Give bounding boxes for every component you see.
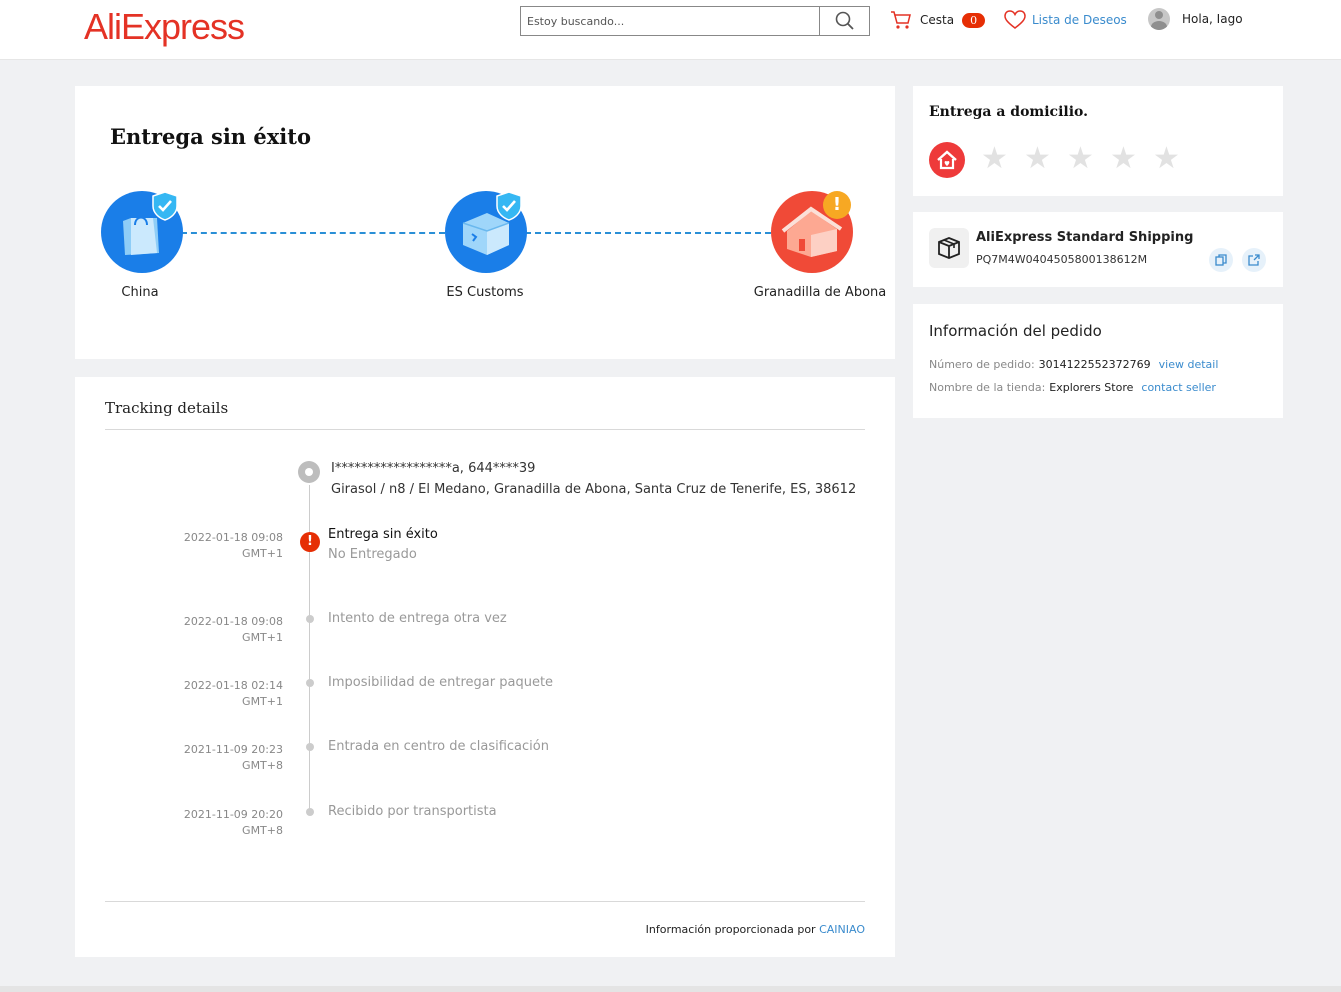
timeline-dot	[306, 808, 314, 816]
store-row: Nombre de la tienda: Explorers Store conta…	[929, 381, 1216, 394]
home-delivery-icon	[929, 142, 965, 178]
recipient-line: I******************a, 644****39	[331, 461, 536, 476]
route-node-destination: !	[771, 191, 853, 273]
store-name: Explorers Store	[1049, 381, 1134, 394]
event-status: Imposibilidad de entregar paquete	[328, 675, 554, 690]
cart-count-badge: 0	[962, 12, 986, 28]
view-detail-link[interactable]: view detail	[1159, 358, 1219, 371]
route-line	[525, 232, 771, 234]
route-node-customs	[445, 191, 527, 273]
event-status: Recibido por transportista	[328, 804, 497, 819]
external-link-icon	[1248, 254, 1260, 266]
shield-check-icon	[152, 191, 178, 221]
shipping-card: AliExpress Standard Shipping PQ7M4W04045…	[913, 212, 1283, 287]
timeline-dot	[306, 743, 314, 751]
delivery-title: Entrega a domicilio.	[929, 104, 1088, 120]
event-time: 2022-01-18 09:08 GMT+1	[183, 615, 283, 644]
avatar	[1148, 8, 1170, 30]
provider-credit: Información proporcionada por CAINIAO	[645, 923, 865, 936]
rating-star-5[interactable]: ★	[1153, 144, 1180, 174]
event-substatus: No Entregado	[328, 547, 417, 562]
contact-seller-link[interactable]: contact seller	[1141, 381, 1216, 394]
cart-label: Cesta	[920, 13, 955, 27]
search-button[interactable]	[819, 7, 869, 35]
divider	[105, 901, 865, 902]
route-node-label: Granadilla de Abona	[753, 285, 887, 300]
event-time: 2021-11-09 20:20 GMT+8	[183, 808, 283, 837]
order-number-row: Número de pedido: 3014122552372769 view de…	[929, 358, 1219, 371]
aliexpress-logo[interactable]: AliExpress	[84, 6, 245, 48]
top-header: AliExpress Cesta 0 Lista de Deseos Hola,…	[0, 0, 1341, 60]
order-info-card: Información del pedido Número de pedido:…	[913, 304, 1283, 418]
rating-star-2[interactable]: ★	[1024, 144, 1051, 174]
event-time: 2022-01-18 09:08 GMT+1	[183, 531, 283, 560]
route-node-origin	[101, 191, 183, 273]
provider-link[interactable]: CAINIAO	[819, 923, 865, 936]
user-menu[interactable]: Hola, Iago	[1148, 8, 1243, 30]
address-line: Girasol / n8 / El Medano, Granadilla de …	[331, 482, 857, 497]
event-time: 2022-01-18 02:14 GMT+1	[183, 679, 283, 708]
timeline-dot	[306, 615, 314, 623]
alert-icon: !	[300, 532, 320, 552]
delivery-status-card: Entrega sin éxito China ES Customs ! Gra…	[75, 86, 895, 359]
bottom-border	[0, 986, 1341, 992]
event-time: 2021-11-09 20:23 GMT+8	[183, 743, 283, 772]
open-external-button[interactable]	[1242, 248, 1266, 272]
tracking-details-card: Tracking details I******************a, 6…	[75, 377, 895, 957]
route-node-label: China	[121, 285, 159, 300]
route-line	[181, 232, 445, 234]
rating-star-4[interactable]: ★	[1110, 144, 1137, 174]
tracking-number: PQ7M4W0404505800138612M	[976, 253, 1148, 266]
delivery-rating-card: Entrega a domicilio. ★ ★ ★ ★ ★	[913, 86, 1283, 196]
copy-icon	[1215, 254, 1227, 266]
heart-icon	[1004, 10, 1026, 29]
event-status: Intento de entrega otra vez	[328, 611, 507, 626]
search-icon	[835, 11, 854, 30]
shield-check-icon	[496, 191, 522, 221]
rating-star-3[interactable]: ★	[1067, 144, 1094, 174]
order-number: 3014122552372769	[1038, 358, 1151, 371]
wishlist-label: Lista de Deseos	[1032, 13, 1127, 27]
shipping-method: AliExpress Standard Shipping	[976, 230, 1194, 245]
divider	[105, 429, 865, 430]
event-status: Entrega sin éxito	[328, 527, 438, 542]
event-status: Entrada en centro de clasificación	[328, 739, 549, 754]
search-input[interactable]	[521, 7, 819, 35]
cart-link[interactable]: Cesta 0	[890, 10, 986, 30]
user-greeting: Hola, Iago	[1182, 12, 1243, 26]
order-info-title: Información del pedido	[929, 322, 1102, 340]
status-title: Entrega sin éxito	[110, 124, 311, 149]
warning-icon: !	[823, 191, 851, 219]
wishlist-link[interactable]: Lista de Deseos	[1004, 10, 1127, 30]
box-icon	[929, 228, 969, 268]
location-pin-icon	[298, 461, 320, 483]
tracking-details-title: Tracking details	[105, 399, 229, 417]
search-bar	[520, 6, 870, 36]
timeline-dot	[306, 679, 314, 687]
copy-button[interactable]	[1209, 248, 1233, 272]
rating-star-1[interactable]: ★	[981, 144, 1008, 174]
route-node-label: ES Customs	[446, 285, 524, 300]
cart-icon	[891, 11, 911, 29]
